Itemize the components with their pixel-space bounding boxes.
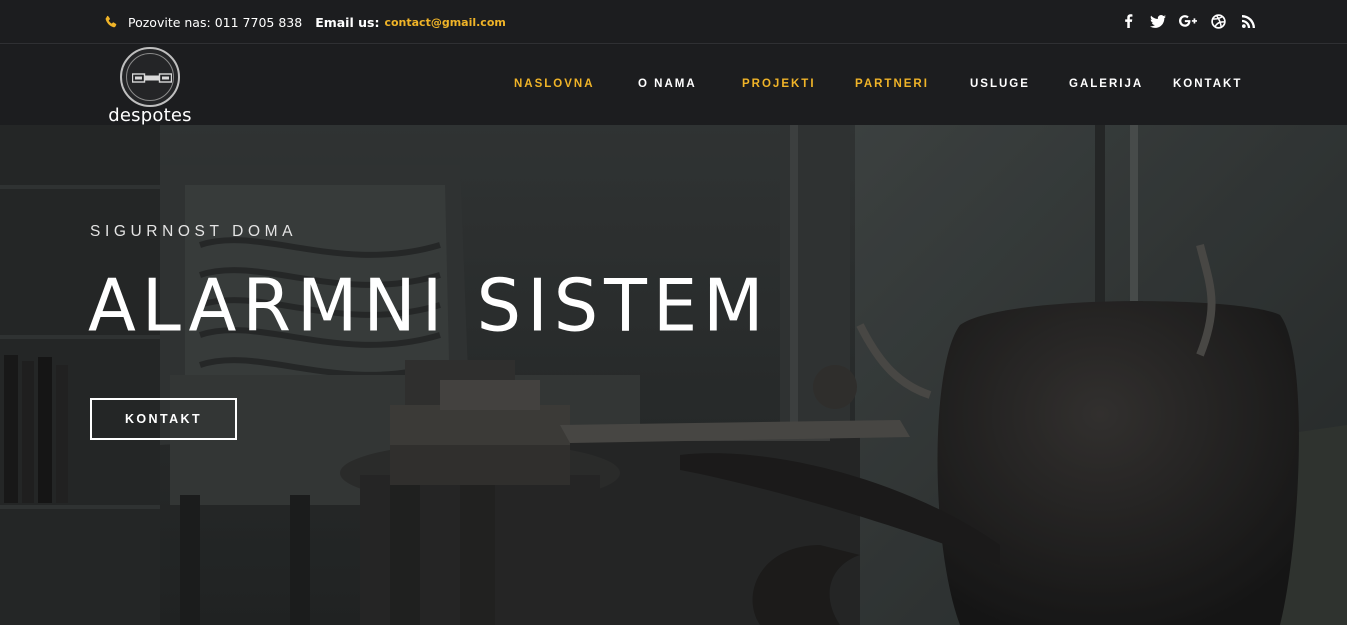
nav-item-projekti[interactable]: PROJEKTI xyxy=(742,78,816,90)
hero-eyebrow: SIGURNOST DOMA xyxy=(90,223,298,240)
google-plus-icon[interactable] xyxy=(1173,12,1203,30)
nav-item-partneri[interactable]: PARTNERI xyxy=(855,78,929,90)
nav-item-usluge[interactable]: USLUGE xyxy=(970,78,1030,90)
phone-number[interactable]: 011 7705 838 xyxy=(215,15,302,30)
hero-banner: SIGURNOST DOMA ALARMNI SISTEM KONTAKT xyxy=(0,125,1347,625)
nav-item-galerija[interactable]: GALERIJA xyxy=(1069,78,1143,90)
top-bar: Pozovite nas: 011 7705 838 Email us: con… xyxy=(0,0,1347,44)
hero-title: ALARMNI SISTEM xyxy=(88,263,770,349)
main-nav: NASLOVNA O NAMA PROJEKTI PARTNERI USLUGE… xyxy=(0,78,1347,94)
logo-emblem xyxy=(120,47,180,107)
email-link[interactable]: contact@gmail.com xyxy=(384,16,505,29)
email-label: Email us: xyxy=(315,14,380,30)
social-links xyxy=(1113,12,1263,30)
logo-wordmark: despotes xyxy=(108,105,192,126)
dribbble-icon[interactable] xyxy=(1203,12,1233,30)
contact-button[interactable]: KONTAKT xyxy=(90,398,237,440)
rss-icon[interactable] xyxy=(1233,12,1263,30)
facebook-icon[interactable] xyxy=(1113,12,1143,30)
twitter-icon[interactable] xyxy=(1143,12,1173,30)
nav-item-kontakt[interactable]: KONTAKT xyxy=(1173,78,1242,90)
nav-item-o-nama[interactable]: O NAMA xyxy=(638,78,697,90)
phone-icon xyxy=(104,15,118,29)
main-header: despotes NASLOVNA O NAMA PROJEKTI PARTNE… xyxy=(0,45,1347,126)
nav-item-naslovna[interactable]: NASLOVNA xyxy=(514,78,595,90)
hero-overlay xyxy=(0,125,1347,625)
phone-label: Pozovite nas: xyxy=(128,14,211,30)
contact-info: Pozovite nas: 011 7705 838 Email us: con… xyxy=(104,13,506,31)
